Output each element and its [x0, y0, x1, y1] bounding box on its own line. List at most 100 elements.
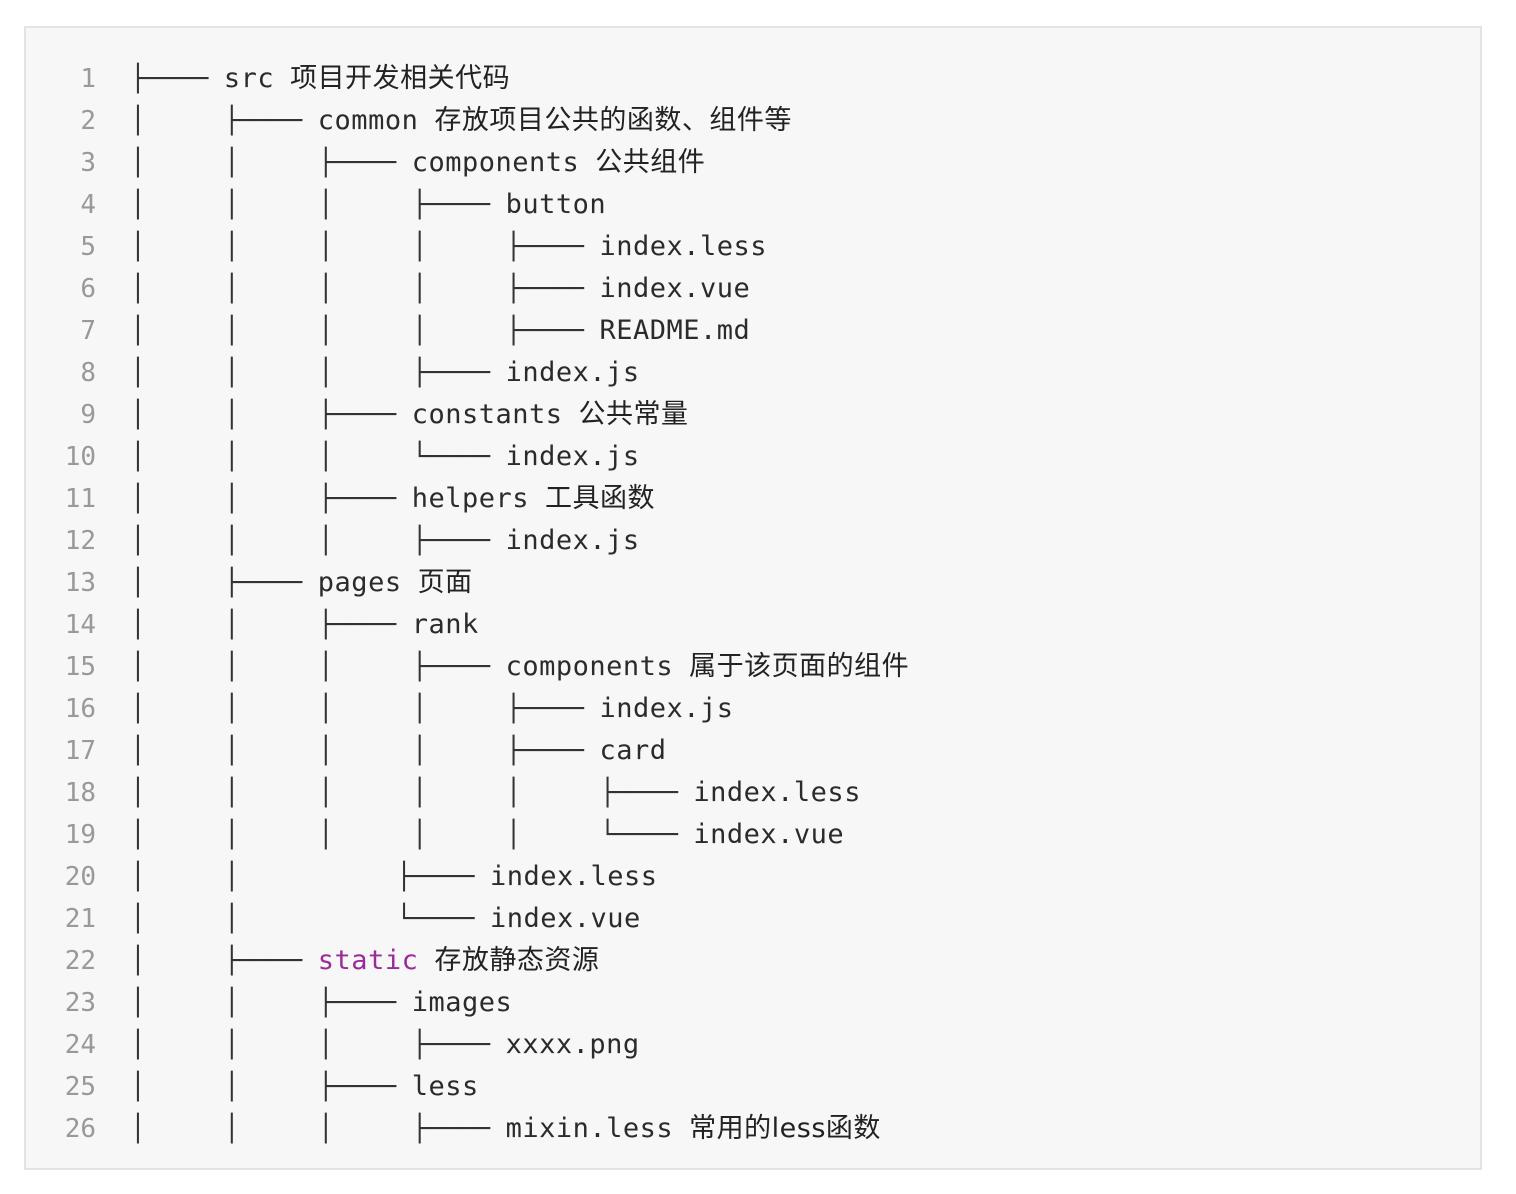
line-number: 1 — [80, 64, 96, 94]
code-line: 2 │ ├──── common 存放项目公共的函数、组件等 — [26, 100, 1480, 142]
code-line: 8 │ │ │ ├──── index.js — [26, 352, 1480, 394]
entry-name-text: helpers — [411, 483, 529, 514]
line-number: 10 — [64, 442, 96, 472]
line-number: 22 — [64, 946, 96, 976]
entry-comment: 项目开发相关代码 — [290, 63, 511, 94]
code-line: 21 │ │ └──── index.vue — [26, 898, 1480, 940]
line-number: 5 — [80, 232, 96, 262]
tree-entry-name: index.js — [600, 688, 734, 730]
entry-comment: 工具函数 — [544, 483, 655, 514]
entry-name-text: index.js — [505, 441, 640, 472]
tree-entry-name: README.md — [600, 310, 751, 352]
entry-name-text: README.md — [599, 315, 751, 346]
tree-connector: │ │ │ │ ├──── — [130, 232, 600, 262]
tree-entry-name: index.less — [490, 856, 658, 898]
tree-entry-name: components 属于该页面的组件 — [506, 646, 910, 688]
tree-connector: │ │ │ │ ├──── — [130, 316, 600, 346]
tree-connector: │ │ ├──── — [130, 484, 412, 514]
tree-connector: │ │ │ └──── — [130, 442, 506, 472]
line-number: 19 — [64, 820, 96, 850]
code-line: 3 │ │ ├──── components 公共组件 — [26, 142, 1480, 184]
tree-entry-name: images — [412, 982, 513, 1024]
tree-connector: │ │ ├──── — [130, 610, 412, 640]
line-number: 7 — [80, 316, 96, 346]
entry-name-text: static — [317, 945, 419, 976]
tree-entry-name: components 公共组件 — [412, 142, 706, 184]
code-line: 12 │ │ │ ├──── index.js — [26, 520, 1480, 562]
entry-name-text: rank — [411, 609, 479, 640]
entry-comment: 属于该页面的组件 — [689, 651, 910, 682]
line-number: 12 — [64, 526, 96, 556]
tree-entry-name: xxxx.png — [506, 1024, 640, 1066]
tree-connector: │ ├──── — [130, 946, 318, 976]
entry-comment: 常用的less函数 — [689, 1113, 881, 1144]
entry-name-text: components — [505, 651, 674, 682]
line-number: 24 — [64, 1030, 96, 1060]
code-line: 13 │ ├──── pages 页面 — [26, 562, 1480, 604]
line-number: 20 — [64, 862, 96, 892]
code-block: 1 ├──── src 项目开发相关代码 2 │ ├──── common 存放项目公共的… — [24, 26, 1482, 1170]
entry-name-text: index.less — [599, 231, 768, 262]
tree-connector: │ │ │ ├──── — [130, 652, 506, 682]
code-line: 15 │ │ │ ├──── components 属于该页面的组件 — [26, 646, 1480, 688]
tree-connector: │ │ │ ├──── — [130, 1114, 506, 1144]
entry-name-text: index.js — [505, 525, 640, 556]
tree-connector: │ │ │ ├──── — [130, 526, 506, 556]
tree-connector: ├──── — [130, 64, 224, 94]
line-number: 15 — [64, 652, 96, 682]
tree-connector: │ │ ├──── — [130, 400, 412, 430]
entry-name-text: index.less — [489, 861, 658, 892]
code-line: 10 │ │ │ └──── index.js — [26, 436, 1480, 478]
tree-entry-name: rank — [412, 604, 479, 646]
tree-entry-name: index.js — [506, 352, 640, 394]
line-number: 3 — [80, 148, 96, 178]
entry-name-text: index.js — [599, 693, 734, 724]
tree-connector: │ │ ├──── — [130, 862, 491, 892]
code-line: 11 │ │ ├──── helpers 工具函数 — [26, 478, 1480, 520]
entry-name-text: index.vue — [693, 819, 845, 850]
line-number: 18 — [64, 778, 96, 808]
tree-entry-name: src 项目开发相关代码 — [224, 58, 510, 100]
entry-name-text: mixin.less — [505, 1113, 674, 1144]
tree-entry-name: index.vue — [490, 898, 641, 940]
tree-connector: │ │ │ │ ├──── — [130, 274, 600, 304]
code-line: 1 ├──── src 项目开发相关代码 — [26, 58, 1480, 100]
entry-comment: 页面 — [417, 567, 473, 598]
entry-name-text: button — [505, 189, 607, 220]
entry-name-text: src — [223, 63, 275, 94]
tree-entry-name: static 存放静态资源 — [318, 940, 600, 982]
tree-connector: │ │ ├──── — [130, 1072, 412, 1102]
line-number: 4 — [80, 190, 96, 220]
tree-connector: │ │ ├──── — [130, 988, 412, 1018]
line-number: 23 — [64, 988, 96, 1018]
line-number: 8 — [80, 358, 96, 388]
line-number: 6 — [80, 274, 96, 304]
line-number: 26 — [64, 1114, 96, 1144]
entry-name-text: less — [411, 1071, 479, 1102]
entry-name-text: card — [599, 735, 667, 766]
tree-connector: │ │ │ ├──── — [130, 1030, 506, 1060]
line-number: 14 — [64, 610, 96, 640]
entry-name-text: index.js — [505, 357, 640, 388]
tree-entry-name: index.less — [693, 772, 861, 814]
tree-connector: │ │ └──── — [130, 904, 491, 934]
line-number: 16 — [64, 694, 96, 724]
code-line: 26 │ │ │ ├──── mixin.less 常用的less函数 — [26, 1108, 1480, 1150]
tree-entry-name: index.vue — [600, 268, 751, 310]
tree-entry-name: common 存放项目公共的函数、组件等 — [318, 100, 792, 142]
tree-connector: │ │ │ ├──── — [130, 190, 506, 220]
tree-entry-name: button — [506, 184, 607, 226]
entry-name-text: images — [411, 987, 513, 1018]
line-number: 13 — [64, 568, 96, 598]
line-number: 17 — [64, 736, 96, 766]
tree-entry-name: constants 公共常量 — [412, 394, 689, 436]
code-line: 5 │ │ │ │ ├──── index.less — [26, 226, 1480, 268]
line-number: 21 — [64, 904, 96, 934]
tree-entry-name: index.vue — [693, 814, 844, 856]
code-line: 20 │ │ ├──── index.less — [26, 856, 1480, 898]
tree-entry-name: pages 页面 — [318, 562, 473, 604]
tree-connector: │ │ │ │ ├──── — [130, 694, 600, 724]
line-number: 2 — [80, 106, 96, 136]
entry-comment: 存放项目公共的函数、组件等 — [434, 105, 792, 136]
code-line: 18 │ │ │ │ │ ├──── index.less — [26, 772, 1480, 814]
